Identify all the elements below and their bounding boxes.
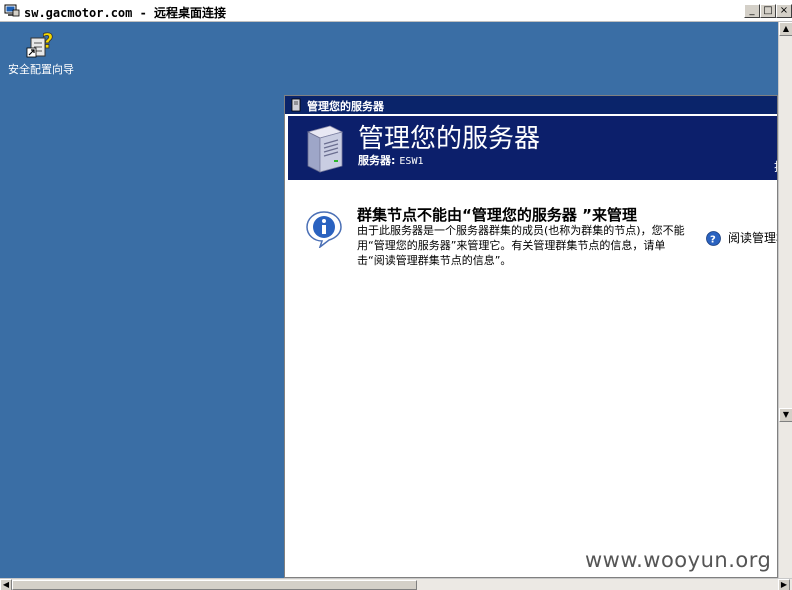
read-cluster-info-link[interactable]: 阅读管理群 bbox=[728, 229, 777, 246]
server-info: 服务器: ESW1 bbox=[358, 152, 424, 168]
rdp-titlebar[interactable]: sw.gacmotor.com - 远程桌面连接 _ □ × bbox=[0, 0, 792, 22]
scroll-down-arrow[interactable]: ▼ bbox=[779, 408, 792, 422]
banner-title: 管理您的服务器 bbox=[358, 124, 541, 154]
info-icon bbox=[306, 211, 342, 248]
remote-desktop-icon bbox=[4, 4, 20, 17]
svg-text:?: ? bbox=[42, 29, 54, 53]
manage-server-banner: 管理您的服务器 服务器:ESW1 搜 bbox=[288, 116, 777, 180]
security-config-wizard-icon: ? bbox=[26, 29, 54, 58]
cluster-warning-heading: 群集节点不能由“管理您的服务器 ”来管理 bbox=[357, 206, 637, 224]
server-icon bbox=[306, 125, 344, 173]
manage-server-window-title: 管理您的服务器 bbox=[307, 100, 384, 113]
minimize-button[interactable]: _ bbox=[744, 4, 760, 18]
vertical-scrollbar[interactable]: ▲ ▼ bbox=[778, 22, 792, 578]
server-small-icon bbox=[291, 98, 301, 112]
scroll-right-arrow[interactable]: ▶ bbox=[778, 579, 790, 590]
restore-button[interactable]: □ bbox=[760, 4, 776, 18]
desktop-shortcut-label: 安全配置向导 bbox=[8, 63, 74, 76]
horizontal-scroll-thumb[interactable] bbox=[12, 580, 417, 590]
desktop-shortcut-security-config-wizard[interactable]: ? 安全配置向导 bbox=[6, 28, 76, 76]
server-label: 服务器: bbox=[358, 154, 396, 167]
manage-server-titlebar[interactable]: 管理您的服务器 bbox=[285, 96, 777, 114]
cluster-warning-body: 由于此服务器是一个服务器群集的成员(也称为群集的节点)，您不能用“管理您的服务器… bbox=[357, 224, 685, 267]
scroll-up-arrow[interactable]: ▲ bbox=[779, 22, 792, 36]
horizontal-scrollbar[interactable]: ◀ ▶ bbox=[0, 578, 792, 590]
rdp-window-title: sw.gacmotor.com - 远程桌面连接 bbox=[24, 6, 227, 20]
watermark: www.wooyun.org bbox=[585, 548, 772, 572]
scroll-left-arrow[interactable]: ◀ bbox=[0, 579, 12, 590]
manage-server-window[interactable]: 管理您的服务器 管理您的服务器 服务器:ESW1 搜 群集节点不能由“管理您的服… bbox=[284, 95, 778, 578]
server-name: ESW1 bbox=[399, 156, 424, 167]
svg-text:?: ? bbox=[710, 235, 716, 246]
help-icon[interactable]: ? bbox=[706, 231, 721, 246]
close-button[interactable]: × bbox=[776, 4, 792, 18]
